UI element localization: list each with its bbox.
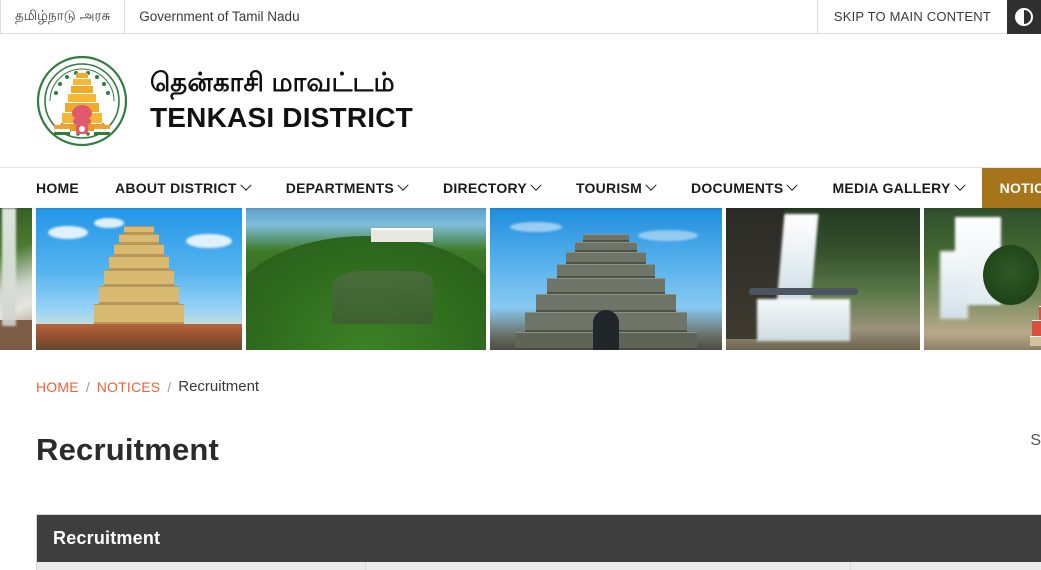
waterfall-stream-secondary	[939, 250, 968, 319]
town-skyline	[36, 324, 242, 350]
banner-slide-gopuram-temple	[36, 208, 242, 350]
breadcrumb: HOME / NOTICES / Recruitment	[0, 350, 1041, 395]
accessibility-contrast-button[interactable]	[1007, 0, 1041, 34]
nav-item-about-district[interactable]: ABOUT DISTRICT	[97, 168, 268, 208]
banner-slide-falls-and-temple	[924, 208, 1041, 350]
chevron-down-icon	[530, 179, 542, 191]
nav-item-media-gallery[interactable]: MEDIA GALLERY	[814, 168, 981, 208]
nav-label: NOTICES	[999, 180, 1041, 196]
nav-label: HOME	[36, 180, 79, 196]
breadcrumb-current: Recruitment	[178, 378, 260, 395]
recruitment-table-container: Recruitment Title Description Start Date…	[36, 513, 1041, 570]
table-caption: Recruitment	[37, 514, 1041, 562]
district-name-tamil: தென்காசி மாவட்டம்	[150, 67, 395, 98]
nav-item-notices[interactable]: NOTICES	[981, 168, 1041, 208]
nav-item-departments[interactable]: DEPARTMENTS	[268, 168, 425, 208]
column-header-description[interactable]: Description	[365, 561, 852, 570]
stone-gopuram-shape	[515, 230, 697, 350]
state-name-english[interactable]: Government of Tamil Nadu	[125, 0, 313, 33]
banner-slide-hill-fort	[246, 208, 486, 350]
hilltop-fort	[370, 227, 433, 242]
nav-label: ABOUT DISTRICT	[115, 180, 237, 196]
gopuram-shape	[91, 220, 187, 338]
banner-slide-stone-temple	[490, 208, 722, 350]
nav-label: DEPARTMENTS	[285, 180, 394, 196]
top-utility-bar: தமிழ்நாடு அரசு Government of Tamil Nadu …	[0, 0, 1041, 34]
rock-face	[332, 270, 434, 325]
tamil-nadu-government-emblem-icon[interactable]	[36, 51, 128, 151]
nav-item-tourism[interactable]: TOURISM	[558, 168, 673, 208]
chevron-down-icon	[240, 179, 252, 191]
chevron-down-icon	[645, 179, 657, 191]
banner-slide-courtallam-falls	[726, 208, 920, 350]
chevron-down-icon	[786, 179, 799, 191]
banner-slide-waterfall	[0, 208, 32, 350]
skip-to-main-content-link[interactable]: SKIP TO MAIN CONTENT	[816, 0, 1007, 33]
contrast-toggle-icon	[1015, 8, 1033, 26]
site-masthead: தென்காசி மாவட்டம் TENKASI DISTRICT	[0, 34, 1041, 168]
main-navigation: HOME ABOUT DISTRICT DEPARTMENTS DIRECTOR…	[0, 168, 1041, 208]
nav-label: TOURISM	[575, 180, 642, 196]
chevron-down-icon	[953, 179, 966, 191]
nav-label: DIRECTORY	[443, 180, 527, 196]
nav-label: MEDIA GALLERY	[832, 180, 951, 196]
site-titles: தென்காசி மாவட்டம் TENKASI DISTRICT	[150, 66, 413, 134]
main-content: HOME / NOTICES / Recruitment Recruitment…	[0, 350, 1041, 570]
page-title: Recruitment	[36, 431, 220, 467]
table-head: Title Description Start Date End Date	[37, 561, 1041, 570]
page-root: தமிழ்நாடு அரசு Government of Tamil Nadu …	[0, 0, 1041, 570]
page-title-row: Recruitment S	[0, 395, 1041, 489]
page-right-partial-text: S	[1030, 432, 1041, 449]
table-header-row: Title Description Start Date End Date	[37, 561, 1041, 570]
column-header-start-date[interactable]: Start Date	[850, 561, 1041, 570]
recruitment-table: Title Description Start Date End Date	[37, 561, 1041, 570]
column-header-title[interactable]: Title	[37, 561, 366, 570]
bridge-railing	[749, 287, 858, 295]
breadcrumb-home-link[interactable]: HOME	[36, 379, 79, 395]
breadcrumb-notices-link[interactable]: NOTICES	[97, 379, 161, 395]
chevron-down-icon	[397, 179, 409, 191]
topbar-left-group: தமிழ்நாடு அரசு Government of Tamil Nadu	[0, 0, 314, 33]
colorful-temple-shape	[1030, 268, 1041, 346]
nav-item-home[interactable]: HOME	[0, 168, 97, 208]
temple-entrance	[593, 310, 619, 350]
breadcrumb-separator: /	[167, 378, 172, 395]
breadcrumb-separator: /	[85, 378, 90, 395]
nav-item-directory[interactable]: DIRECTORY	[425, 168, 558, 208]
nav-item-documents[interactable]: DOCUMENTS	[673, 168, 814, 208]
lower-waterfall	[757, 298, 851, 342]
nav-label: DOCUMENTS	[691, 180, 784, 196]
state-name-tamil[interactable]: தமிழ்நாடு அரசு	[0, 0, 126, 33]
banner-carousel[interactable]	[0, 208, 1041, 350]
district-name-english: TENKASI DISTRICT	[150, 101, 413, 133]
topbar-right-group: SKIP TO MAIN CONTENT	[816, 0, 1041, 34]
